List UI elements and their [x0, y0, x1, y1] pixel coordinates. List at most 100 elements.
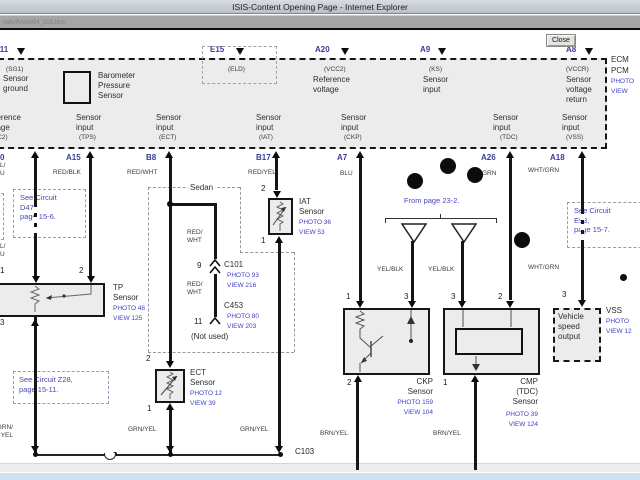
unit-view-link[interactable]: VIEW — [611, 88, 628, 96]
bracket-tick-right — [496, 218, 497, 223]
note-link-from-page[interactable]: From page 23-2. — [404, 196, 459, 206]
pin-symbol-a11-icon — [17, 48, 25, 55]
ecm-tag-ckp: (CKP) — [344, 134, 362, 142]
iat-pin1-number: 1 — [261, 236, 265, 246]
c453-label: C453 — [224, 301, 243, 311]
note-link-e93[interactable]: See Circuit E93, page 15-7. — [574, 206, 611, 235]
ecm-label-vss-input: Sensor input — [562, 113, 587, 133]
ect-photo-link[interactable]: PHOTO 12 — [190, 390, 222, 398]
triangle-connector-b-icon — [451, 223, 477, 243]
address-text: nals/RAAI004_205.htm — [3, 20, 65, 26]
pin-symbol-a7-icon — [356, 151, 364, 158]
sedan-box-right-lower — [294, 252, 295, 352]
address-bar: nals/RAAI004_205.htm — [0, 15, 640, 30]
ink-dot — [620, 274, 627, 281]
ckp-sensor-label: CKP Sensor — [383, 377, 433, 397]
ecm-label-barometer: Barometer Pressure Sensor — [98, 71, 135, 102]
wire-a15 — [89, 157, 92, 276]
pin-label-a7: A7 — [337, 153, 347, 163]
c103-label: C103 — [295, 447, 314, 457]
wire-gap — [580, 214, 585, 220]
note-link-d47[interactable]: See Circuit D47, page 15-6. — [20, 193, 57, 222]
ecm-label-tdc-input: Sensor input — [493, 113, 518, 133]
wire-a26 — [509, 157, 512, 300]
cmp-pin2-number: 2 — [498, 292, 502, 302]
wire-gap — [580, 234, 585, 240]
ecm-label-voltage-return: Sensor voltage return — [566, 75, 592, 106]
c101-photo-link[interactable]: PHOTO 93 — [227, 272, 259, 280]
ecm-label-ref-voltage-left: Reference voltage — [0, 113, 21, 133]
cmp-pin3-number: 3 — [451, 292, 455, 302]
c453-pin-number: 11 — [194, 317, 202, 327]
note-link-z28[interactable]: See Circuit Z28, page 15-11. — [19, 375, 73, 394]
pin-symbol-a8-icon — [585, 48, 593, 55]
ecm-tag-vcc2: (VCC2) — [324, 66, 346, 74]
c453-photo-link[interactable]: PHOTO 80 — [227, 313, 259, 321]
vss-view-link[interactable]: VIEW 12 — [606, 328, 632, 336]
ecm-tag-vcc2-left: (VCC2) — [0, 134, 8, 142]
wire-branch-c101-upper — [214, 203, 217, 259]
ecm-label-iat-input: Sensor input — [256, 113, 281, 133]
bottom-blue-strip — [0, 472, 640, 480]
pin-symbol-b8-icon — [165, 151, 173, 158]
wire-color-red-wht: RED/WHT — [127, 169, 157, 177]
pin-label-a18: A18 — [550, 153, 565, 163]
pin-symbol-0-icon — [31, 151, 39, 158]
c453-view-link[interactable]: VIEW 203 — [227, 323, 256, 331]
iat-photo-link[interactable]: PHOTO 36 — [299, 219, 331, 227]
tp-sensor-label: TP Sensor — [113, 283, 138, 303]
ckp-pin2-number: 2 — [347, 378, 351, 388]
wire-branch-a — [411, 241, 414, 302]
tp-photo-link[interactable]: PHOTO 48 — [113, 305, 145, 313]
ckp-photo-link[interactable]: PHOTO 159 — [383, 399, 433, 407]
wire-color-red-wht2-1: RED/ WHT — [187, 229, 203, 246]
ckp-pin3-symbol-icon — [408, 301, 416, 308]
ecm-tag-tdc: (TDC) — [500, 134, 518, 142]
cmp-view-link[interactable]: VIEW 124 — [492, 421, 538, 429]
wire-tp-pin3 — [34, 317, 37, 455]
ecm-tag-vss: (VSS) — [566, 134, 583, 142]
tp-pin1-symbol-icon — [32, 276, 40, 283]
c101-view-link[interactable]: VIEW 216 — [227, 282, 256, 290]
not-used-label: (Not used) — [191, 332, 228, 342]
ink-dot — [407, 173, 423, 189]
vss-photo-link[interactable]: PHOTO — [606, 318, 629, 326]
tp-view-link[interactable]: VIEW 125 — [113, 315, 142, 323]
wire-a7 — [359, 157, 362, 301]
vss-label: VSS — [606, 306, 622, 316]
barometer-sensor-symbol — [63, 71, 91, 104]
cmp-pin1-number: 1 — [443, 378, 447, 388]
wire-gap — [33, 207, 38, 213]
pin-label-a26: A26 — [481, 153, 496, 163]
junction-dot — [33, 452, 38, 457]
ckp-pin1-symbol-icon — [356, 301, 364, 308]
close-button[interactable]: Close — [546, 34, 576, 47]
ecm-label-tps-input: Sensor input — [76, 113, 101, 133]
ect-pin1-symbol-icon — [166, 403, 174, 410]
wire-ckp-pin2 — [356, 381, 359, 470]
ckp-view-link[interactable]: VIEW 104 — [383, 409, 433, 417]
ecm-tag-iat: (IAT) — [259, 134, 273, 142]
unit-photo-link[interactable]: PHOTO — [611, 78, 634, 86]
wire-branch-c101-lower — [214, 274, 217, 317]
pin-symbol-e15-icon — [236, 48, 244, 55]
c101-connector-icon — [208, 259, 222, 274]
ect-view-link[interactable]: VIEW 39 — [190, 400, 216, 408]
tp-pin2-number: 2 — [79, 266, 83, 276]
ecm-tag-ks: (KS) — [429, 66, 442, 74]
bracket-tick-center — [440, 214, 441, 218]
iat-internal-circuit — [268, 198, 293, 235]
pin-symbol-a15-icon — [86, 151, 94, 158]
bracket-line — [385, 218, 497, 219]
iat-view-link[interactable]: VIEW 53 — [299, 229, 325, 237]
wire-color-yel-blk-1: YEL/BLK — [377, 266, 403, 274]
pin-label-b17: B17 — [256, 153, 271, 163]
wire-color-blu: BLU — [340, 170, 353, 178]
cmp-sensor-label: CMP (TDC) Sensor — [492, 377, 538, 408]
sedan-box-jog — [240, 252, 294, 253]
ect-pin2-number: 2 — [146, 354, 150, 364]
cmp-photo-link[interactable]: PHOTO 39 — [492, 411, 538, 419]
junction-dot — [167, 201, 173, 207]
iat-pin2-number: 2 — [261, 184, 265, 194]
ect-pin2-symbol-icon — [166, 361, 174, 368]
